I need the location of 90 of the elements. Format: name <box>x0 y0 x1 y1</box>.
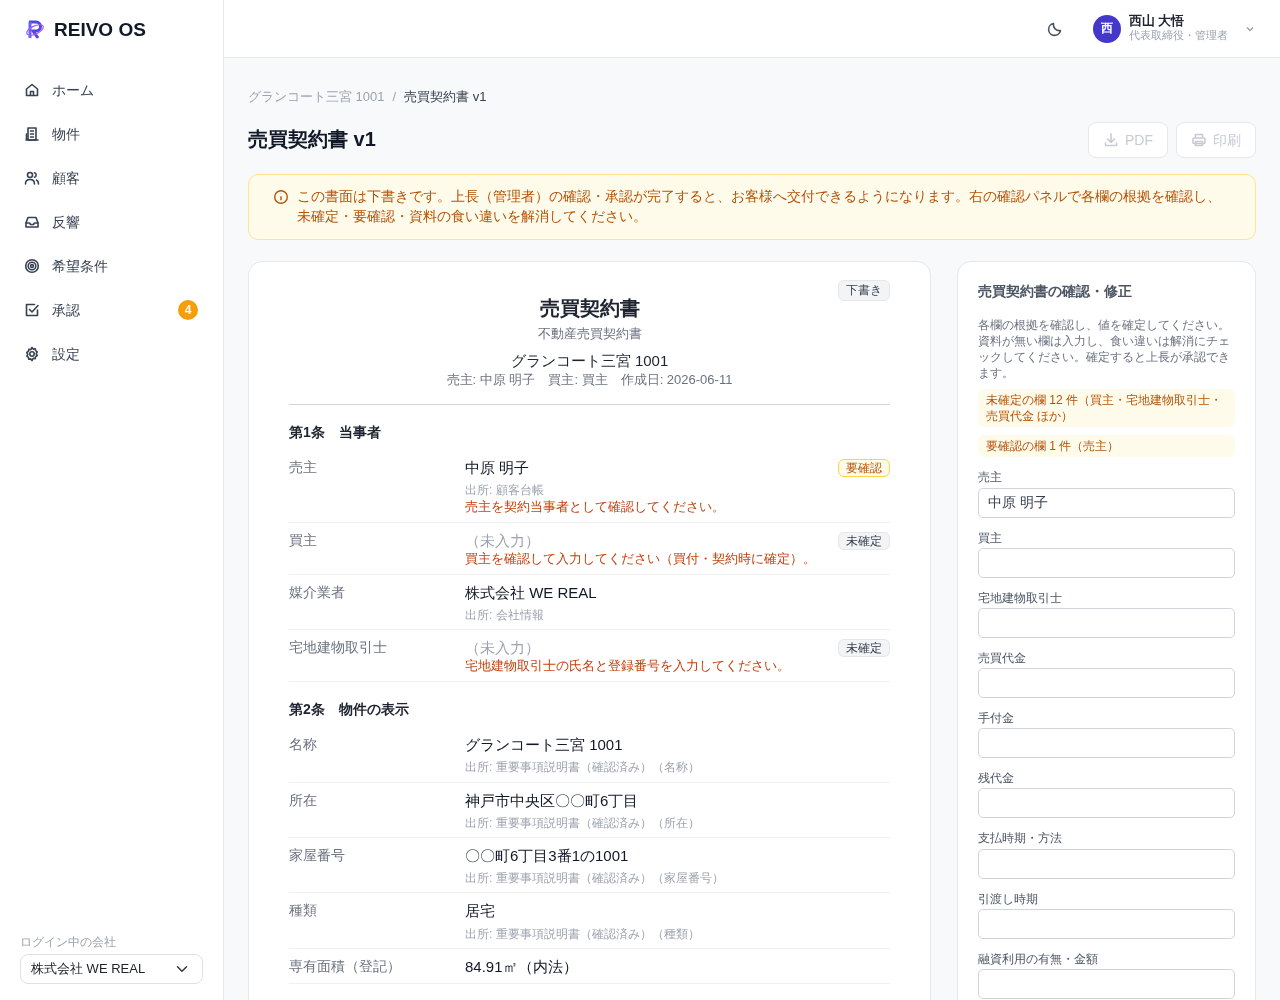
field-label: 専有面積（登記） <box>289 956 402 976</box>
field-label: 宅地建物取引士 <box>978 589 1063 606</box>
source-text: 出所: 重要事項説明書（確認済み）（所在） <box>465 814 701 831</box>
sidebar-item[interactable]: ホーム <box>0 68 223 112</box>
field-value: グランコート三宮 1001 <box>465 735 624 756</box>
field-label: 買主 <box>289 530 318 550</box>
field-value: 中原 明子 <box>465 458 531 479</box>
field-label: 宅地建物取引士 <box>289 638 388 658</box>
sidebar-item[interactable]: 物件 <box>0 112 223 156</box>
company-label: ログイン中の会社 <box>20 933 117 950</box>
user-role: 代表取締役・管理者 <box>1129 29 1228 44</box>
field-label: 引渡し時期 <box>978 890 1039 907</box>
field-label: 買主 <box>978 529 1003 546</box>
panel-title: 売買契約書の確認・修正 <box>978 282 1133 302</box>
moon-icon[interactable] <box>1047 20 1063 37</box>
settings-icon <box>24 346 40 362</box>
field-value: 神戸市中央区〇〇町6丁目 <box>465 790 640 811</box>
download-icon <box>1103 132 1119 148</box>
text-field[interactable]: 中原 明子 <box>978 487 1235 518</box>
text-field[interactable] <box>978 969 1235 999</box>
text-field[interactable] <box>978 728 1235 759</box>
field-label: 売買代金 <box>978 649 1027 667</box>
text-field[interactable] <box>978 848 1235 879</box>
text-field[interactable] <box>978 547 1235 578</box>
avatar: 西 <box>1093 14 1121 43</box>
sidebar-item[interactable]: 設定 <box>0 332 223 376</box>
text-field[interactable] <box>978 908 1235 939</box>
users-icon <box>24 170 40 186</box>
source-text: 出所: 会社情報 <box>465 606 545 624</box>
source-text: 出所: 重要事項説明書（確認済み）（家屋番号） <box>465 870 725 887</box>
source-text: 出所: 顧客台帳 <box>465 482 545 499</box>
text-field[interactable] <box>978 668 1235 699</box>
field-value: 株式会社 WE REAL <box>465 582 598 603</box>
text-field[interactable] <box>978 607 1235 638</box>
building-icon <box>24 126 40 142</box>
status-tag: 要確認 <box>838 459 890 478</box>
page-title: 売買契約書 v1 <box>248 127 376 153</box>
sidebar-item[interactable]: 希望条件 <box>0 244 223 288</box>
status-tag: 未確定 <box>838 639 890 658</box>
field-label: 手付金 <box>978 710 1015 727</box>
logo-icon <box>24 19 46 41</box>
breadcrumb-separator: / <box>392 89 397 104</box>
user-menu[interactable]: 西 西山 大悟 代表取締役・管理者 <box>1093 13 1256 44</box>
pending-notice: 未確定の欄 12 件（買主・宅地建物取引士・売買代金 ほか） <box>978 389 1235 428</box>
warning-note: 宅地建物取引士の氏名と登録番号を入力してください。 <box>465 658 791 676</box>
sidebar-item[interactable]: 顧客 <box>0 156 223 200</box>
empty-value: （未入力） <box>465 638 541 659</box>
document-meta: 売主: 中原 明子 買主: 買主 作成日: 2026-06-11 <box>445 370 734 389</box>
breadcrumb-current: 売買契約書 v1 <box>404 89 487 104</box>
field-value: 〇〇町6丁目3番1の1001 <box>465 845 630 866</box>
field-label: 媒介業者 <box>289 582 346 602</box>
sidebar-item[interactable]: 反響 <box>0 200 223 244</box>
warning-note: 買主を確認して入力してください（買付・契約時に確定）。 <box>465 550 817 568</box>
pending-notice: 要確認の欄 1 件（売主） <box>978 435 1235 458</box>
source-text: 出所: 重要事項説明書（確認済み）（名称） <box>465 759 701 776</box>
field-label: 家屋番号 <box>289 845 346 865</box>
field-label: 残代金 <box>978 770 1015 787</box>
checkbox-icon <box>24 302 40 318</box>
count-badge: 4 <box>178 300 198 320</box>
document-title: 売買契約書 <box>538 295 641 321</box>
alert-text: この書面は下書きです。上長（管理者）の確認・承認が完了すると、お客様へ交付できるようになります。右の確認パネルで各欄の根拠を確認し、未確定・要確認・資料の食い違いを解消してください。 <box>297 188 1222 227</box>
property-name: グランコート三宮 1001 <box>509 350 670 371</box>
target-icon <box>24 258 40 274</box>
field-label: 支払時期・方法 <box>978 830 1063 847</box>
document-subtitle: 不動産売買契約書 <box>536 325 643 343</box>
field-label: 売主 <box>289 458 318 478</box>
field-label: 所在 <box>289 790 318 810</box>
source-text: 出所: 重要事項説明書（確認済み）（種類） <box>465 925 701 942</box>
printer-icon <box>1191 132 1207 148</box>
home-icon <box>24 82 40 98</box>
status-tag: 未確定 <box>838 531 890 550</box>
field-label: 融資利用の有無・金額 <box>978 950 1099 967</box>
field-value: 居宅 <box>465 901 496 922</box>
app-name: REIVO OS <box>54 18 146 43</box>
sidebar-item[interactable]: 承認 4 <box>0 288 223 332</box>
field-value: 84.91㎡（内法） <box>465 956 579 977</box>
info-icon <box>273 189 289 206</box>
field-label: 売主 <box>978 469 1003 486</box>
field-label: 種類 <box>289 901 318 921</box>
warning-note: 売主を契約当事者として確認してください。 <box>465 498 726 516</box>
section-heading: 第1条 当事者 <box>289 423 382 443</box>
inbox-icon <box>24 214 40 230</box>
text-field[interactable] <box>978 788 1235 819</box>
company-select[interactable]: 株式会社 WE REAL <box>20 954 203 984</box>
panel-description: 各欄の根拠を確認し、値を確定してください。資料が無い欄は入力し、食い違いは解消にチェックしてください。確定すると上長が承認できます。 <box>978 317 1231 382</box>
user-name: 西山 大悟 <box>1129 13 1186 30</box>
empty-value: （未入力） <box>465 530 541 551</box>
section-heading: 第2条 物件の表示 <box>289 700 410 720</box>
field-label: 名称 <box>289 735 318 755</box>
status-chip: 下書き <box>838 280 890 301</box>
